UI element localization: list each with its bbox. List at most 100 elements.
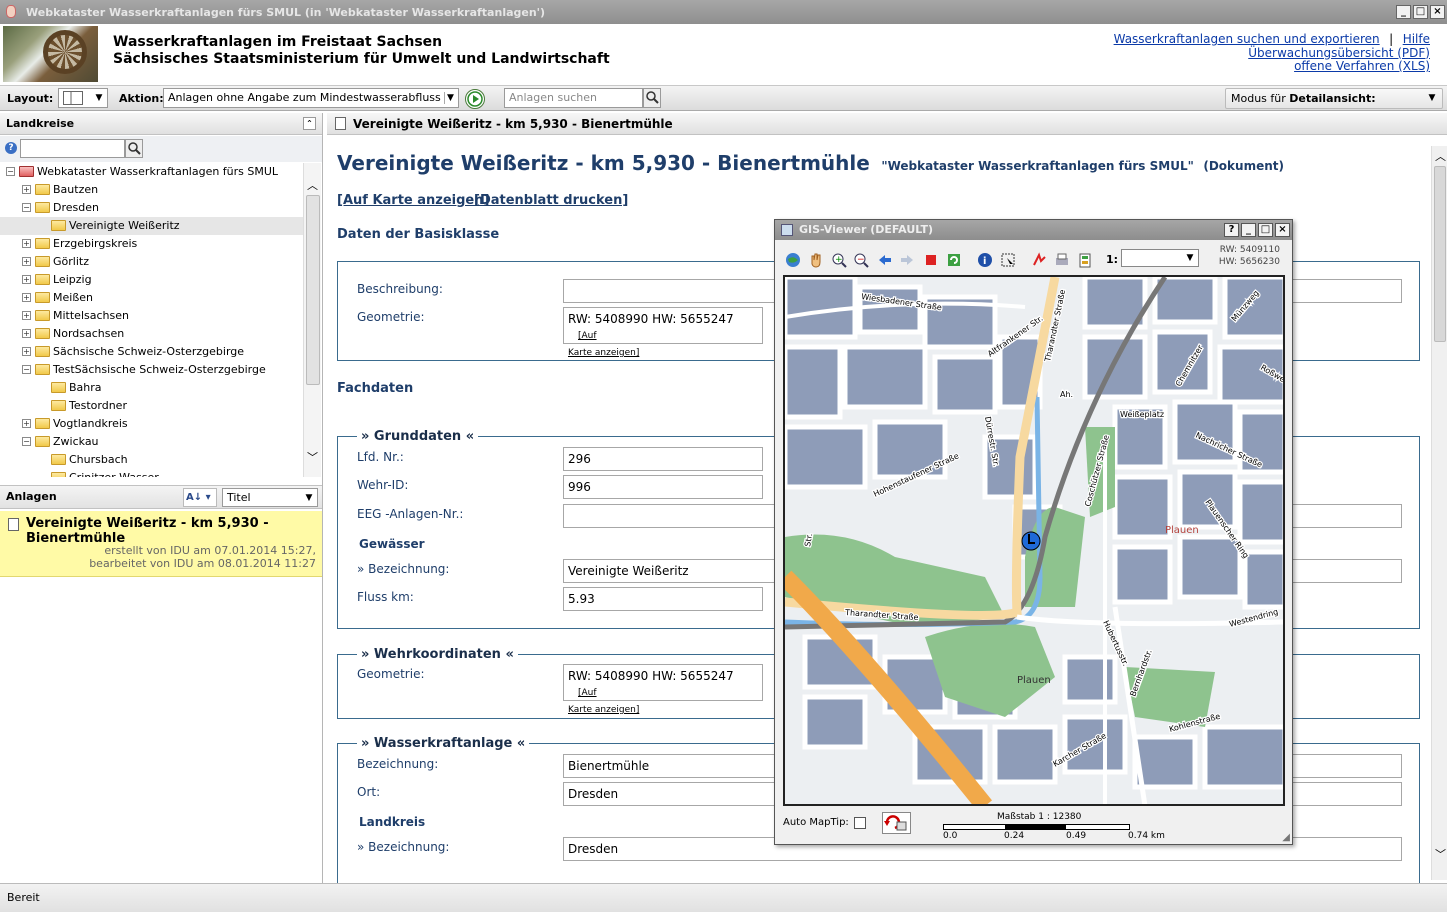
help-link[interactable]: Hilfe	[1403, 32, 1430, 46]
tree-scroll-thumb[interactable]	[306, 195, 320, 385]
select-rectangle-icon[interactable]	[1000, 252, 1016, 268]
geometrie-map-link-1[interactable]: [Auf	[578, 331, 597, 341]
tree-scrollbar[interactable]: ︿ ﹀	[303, 163, 321, 477]
zoom-in-icon[interactable]: +	[831, 252, 847, 268]
tree-item[interactable]: Vereinigte Weißeritz	[0, 217, 303, 235]
tree-item[interactable]: Testordner	[0, 397, 303, 415]
geometrie-field: RW: 5408990 HW: 5655247 [Auf Karte anzei…	[563, 307, 763, 358]
legend-icon[interactable]	[1077, 252, 1093, 268]
scale-bar	[943, 824, 1130, 830]
tree-item[interactable]: + Görlitz	[0, 253, 303, 271]
run-action-button[interactable]	[465, 89, 485, 109]
detail-mode-select[interactable]: Modus für Detailansicht: betrachten ▼	[1225, 88, 1443, 124]
action-select[interactable]: Anlagen ohne Angabe zum Mindestwasserabf…	[163, 88, 459, 108]
scale-prefix: 1:	[1106, 253, 1119, 266]
search-button[interactable]	[643, 88, 661, 108]
tree-item[interactable]: + Leipzig	[0, 271, 303, 289]
anlage-card[interactable]: Vereinigte Weißeritz - km 5,930 - Biener…	[0, 511, 322, 577]
tree-item[interactable]: Bahra	[0, 379, 303, 397]
collapse-icon[interactable]: −	[22, 437, 31, 446]
hw-coordinate: HW: 5656230	[1218, 257, 1280, 267]
expand-icon[interactable]: +	[22, 311, 31, 320]
zoom-out-icon[interactable]: −	[853, 252, 869, 268]
document-icon	[335, 117, 346, 130]
folder-icon	[19, 166, 34, 177]
resize-grip-icon[interactable]: ◢	[1282, 832, 1290, 843]
info-icon[interactable]: i	[977, 252, 993, 268]
tree-search-button[interactable]	[125, 139, 143, 158]
expand-icon[interactable]: +	[22, 185, 31, 194]
sort-field-value: Titel	[227, 491, 251, 504]
expand-icon[interactable]: +	[22, 419, 31, 428]
wk-geometrie-map-link-2[interactable]: Karte anzeigen]	[568, 705, 639, 715]
tree-item-label: Nordsachsen	[53, 327, 125, 340]
landkreise-title: Landkreise	[6, 117, 75, 130]
search-input[interactable]: Anlagen suchen	[504, 88, 643, 108]
close-button[interactable]: ×	[1430, 5, 1445, 19]
location-marker-icon[interactable]	[1021, 531, 1041, 551]
search-export-link[interactable]: Wasserkraftanlagen suchen und exportiere…	[1114, 32, 1380, 46]
tree-item[interactable]: Chursbach	[0, 451, 303, 469]
gis-help-button[interactable]: ?	[1224, 223, 1239, 237]
print-icon[interactable]	[1054, 252, 1070, 268]
gis-minimize-button[interactable]: _	[1241, 223, 1256, 237]
gis-close-button[interactable]: ×	[1275, 223, 1290, 237]
tree-item[interactable]: Crinitzer Wasser	[0, 469, 303, 477]
expand-icon[interactable]: +	[22, 275, 31, 284]
collapse-icon[interactable]: −	[6, 167, 15, 176]
expand-icon[interactable]: +	[22, 239, 31, 248]
expand-icon[interactable]: +	[22, 347, 31, 356]
play-icon	[467, 91, 483, 107]
expand-icon[interactable]: +	[22, 329, 31, 338]
tree-item[interactable]: + Vogtlandkreis	[0, 415, 303, 433]
geometrie-map-link-2[interactable]: Karte anzeigen]	[568, 348, 639, 358]
reset-view-button[interactable]	[882, 812, 911, 834]
tree-item[interactable]: + Erzgebirgskreis	[0, 235, 303, 253]
gis-maximize-button[interactable]: □	[1258, 223, 1273, 237]
gis-viewer-window[interactable]: GIS-Viewer (DEFAULT) ? _ □ × + − i 1: ▼ …	[774, 219, 1293, 845]
document-scrollbar[interactable]: ︿ ﹀	[1431, 146, 1447, 880]
maximize-button[interactable]: □	[1413, 5, 1428, 19]
scale-select[interactable]: ▼	[1121, 249, 1199, 267]
layout-select[interactable]: ▼	[58, 88, 108, 108]
back-arrow-icon[interactable]	[877, 252, 893, 268]
forward-arrow-icon[interactable]	[899, 252, 915, 268]
tree-item[interactable]: + Mittelsachsen	[0, 307, 303, 325]
stop-icon[interactable]	[923, 252, 939, 268]
sort-field-select[interactable]: Titel ▼	[222, 488, 318, 507]
tree-item[interactable]: + Nordsachsen	[0, 325, 303, 343]
document-scroll-thumb[interactable]	[1434, 166, 1446, 342]
tree-item[interactable]: − Dresden	[0, 199, 303, 217]
overview-pdf-link[interactable]: Überwachungsübersicht (PDF)	[1248, 46, 1430, 60]
map-canvas[interactable]: Wiesbadener Straße Tharandter Straße Alt…	[783, 275, 1285, 806]
wehrkoordinaten-legend: » Wehrkoordinaten «	[357, 647, 518, 662]
wk-geometrie-map-link-1[interactable]: [Auf	[578, 688, 597, 698]
tree-item[interactable]: − Webkataster Wasserkraftanlagen fürs SMU…	[0, 163, 303, 181]
tree-item[interactable]: + Sächsische Schweiz-Osterzgebirge	[0, 343, 303, 361]
tree-filter-input[interactable]	[20, 139, 125, 158]
pan-hand-icon[interactable]	[808, 252, 824, 268]
collapse-icon[interactable]: −	[22, 203, 31, 212]
refresh-icon[interactable]	[946, 252, 962, 268]
sort-az-button[interactable]: A↓ ▾	[183, 488, 217, 507]
open-proceedings-xls-link[interactable]: offene Verfahren (XLS)	[1294, 59, 1430, 73]
expand-icon[interactable]: +	[22, 257, 31, 266]
measure-icon[interactable]	[1031, 252, 1047, 268]
collapse-icon[interactable]: −	[22, 365, 31, 374]
search-icon	[646, 91, 659, 104]
auto-maptip-checkbox[interactable]	[854, 817, 866, 829]
tree-item[interactable]: + Bautzen	[0, 181, 303, 199]
wehr-id-label: Wehr-ID:	[357, 478, 409, 492]
tree-item[interactable]: − Zwickau	[0, 433, 303, 451]
help-icon[interactable]: ?	[5, 142, 17, 154]
tree-item[interactable]: − TestSächsische Schweiz-Osterzgebirge	[0, 361, 303, 379]
gis-titlebar[interactable]: GIS-Viewer (DEFAULT)	[775, 220, 1292, 240]
minimize-button[interactable]: _	[1396, 5, 1411, 19]
collapse-icon[interactable]: ⌃	[303, 117, 316, 130]
tree-item[interactable]: + Meißen	[0, 289, 303, 307]
expand-icon[interactable]: +	[22, 293, 31, 302]
print-datasheet-link[interactable]: [Datenblatt drucken]	[474, 193, 628, 208]
globe-icon[interactable]	[785, 252, 801, 268]
show-on-map-link[interactable]: [Auf Karte anzeigen]	[337, 193, 489, 208]
document-heading: Vereinigte Weißeritz - km 5,930 - Biener…	[337, 151, 1284, 175]
